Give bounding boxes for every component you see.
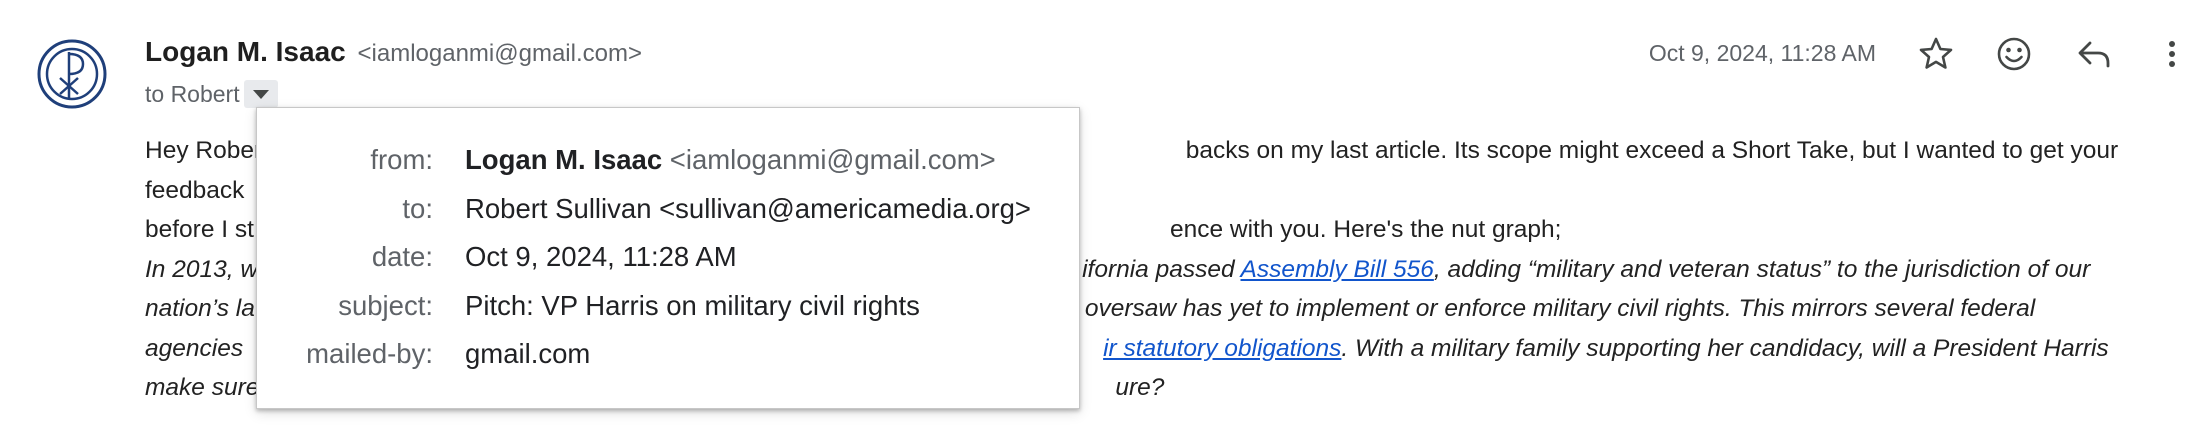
details-label: mailed-by: (306, 338, 433, 370)
reply-button[interactable] (2074, 34, 2114, 74)
details-row-date: date: Oct 9, 2024, 11:28 AM (257, 233, 1031, 282)
details-value: gmail.com (465, 338, 591, 370)
details-row-to: to: Robert Sullivan <sullivan@americamed… (257, 185, 1031, 234)
show-details-button[interactable] (243, 80, 278, 108)
details-label: from: (370, 144, 433, 176)
details-value: Pitch: VP Harris on military civil right… (465, 289, 920, 321)
details-table: from: Logan M. Isaac <iamloganmi@gmail.c… (257, 136, 1031, 379)
details-value: Logan M. Isaac <iamloganmi@gmail.com> (465, 144, 996, 176)
details-label: subject: (338, 289, 433, 321)
caret-down-icon (252, 90, 269, 99)
details-label: date: (371, 241, 433, 273)
details-value: Oct 9, 2024, 11:28 AM (465, 241, 737, 273)
emoji-icon (1997, 37, 2031, 71)
sender-email: <iamloganmi@gmail.com> (357, 40, 642, 67)
message-date: Oct 9, 2024, 11:28 AM (1648, 40, 1876, 66)
star-button[interactable] (1916, 34, 1956, 74)
details-label: to: (402, 192, 433, 224)
message-details-popup: from: Logan M. Isaac <iamloganmi@gmail.c… (256, 107, 1080, 409)
more-options-button[interactable] (2152, 34, 2192, 74)
reply-icon (2078, 41, 2110, 68)
recipient-summary: to Robert (145, 80, 240, 107)
assembly-bill-link[interactable]: Assembly Bill 556 (1241, 256, 1434, 283)
sender-line: Logan M. Isaac <iamloganmi@gmail.com> (145, 36, 642, 68)
chi-rho-logo-avatar (37, 39, 107, 109)
recipient-line: to Robert (145, 80, 278, 108)
more-vert-icon (2169, 41, 2175, 67)
details-row-from: from: Logan M. Isaac <iamloganmi@gmail.c… (257, 136, 1031, 185)
details-row-subject: subject: Pitch: VP Harris on military ci… (257, 282, 1031, 331)
sender-avatar[interactable] (36, 38, 108, 110)
sender-name[interactable]: Logan M. Isaac (145, 36, 346, 67)
details-row-mailed-by: mailed-by: gmail.com (257, 330, 1031, 379)
add-reaction-button[interactable] (1994, 34, 2034, 74)
star-icon (1919, 37, 1953, 69)
details-value: Robert Sullivan <sullivan@americamedia.o… (465, 192, 1031, 224)
statutory-obligations-link[interactable]: ir statutory obligations (1103, 335, 1341, 362)
